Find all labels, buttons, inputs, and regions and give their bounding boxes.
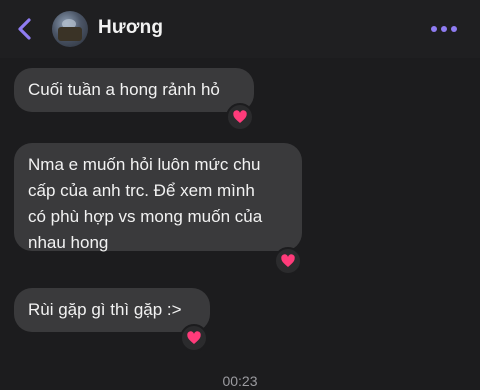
message-bubble[interactable]: Nma e muốn hỏi luôn mức chu cấp của anh … [14, 143, 302, 252]
ellipsis-icon [431, 26, 457, 32]
heart-reaction[interactable] [274, 247, 302, 275]
message-bubble[interactable]: Cuối tuần a hong rảnh hỏ [14, 68, 254, 112]
chevron-left-icon [18, 18, 31, 40]
heart-icon [281, 254, 295, 267]
heart-reaction[interactable] [180, 324, 208, 352]
contact-name[interactable]: Hương [98, 17, 163, 39]
timestamp: 00:23 [222, 373, 258, 389]
more-options-button[interactable] [430, 22, 458, 36]
heart-icon [187, 331, 201, 344]
chat-header: Hương [0, 0, 480, 58]
heart-icon [233, 110, 247, 123]
back-button[interactable] [14, 16, 38, 42]
message-bubble[interactable]: Rùi gặp gì thì gặp :> [14, 288, 210, 332]
heart-reaction[interactable] [226, 103, 254, 131]
avatar[interactable] [52, 11, 88, 47]
